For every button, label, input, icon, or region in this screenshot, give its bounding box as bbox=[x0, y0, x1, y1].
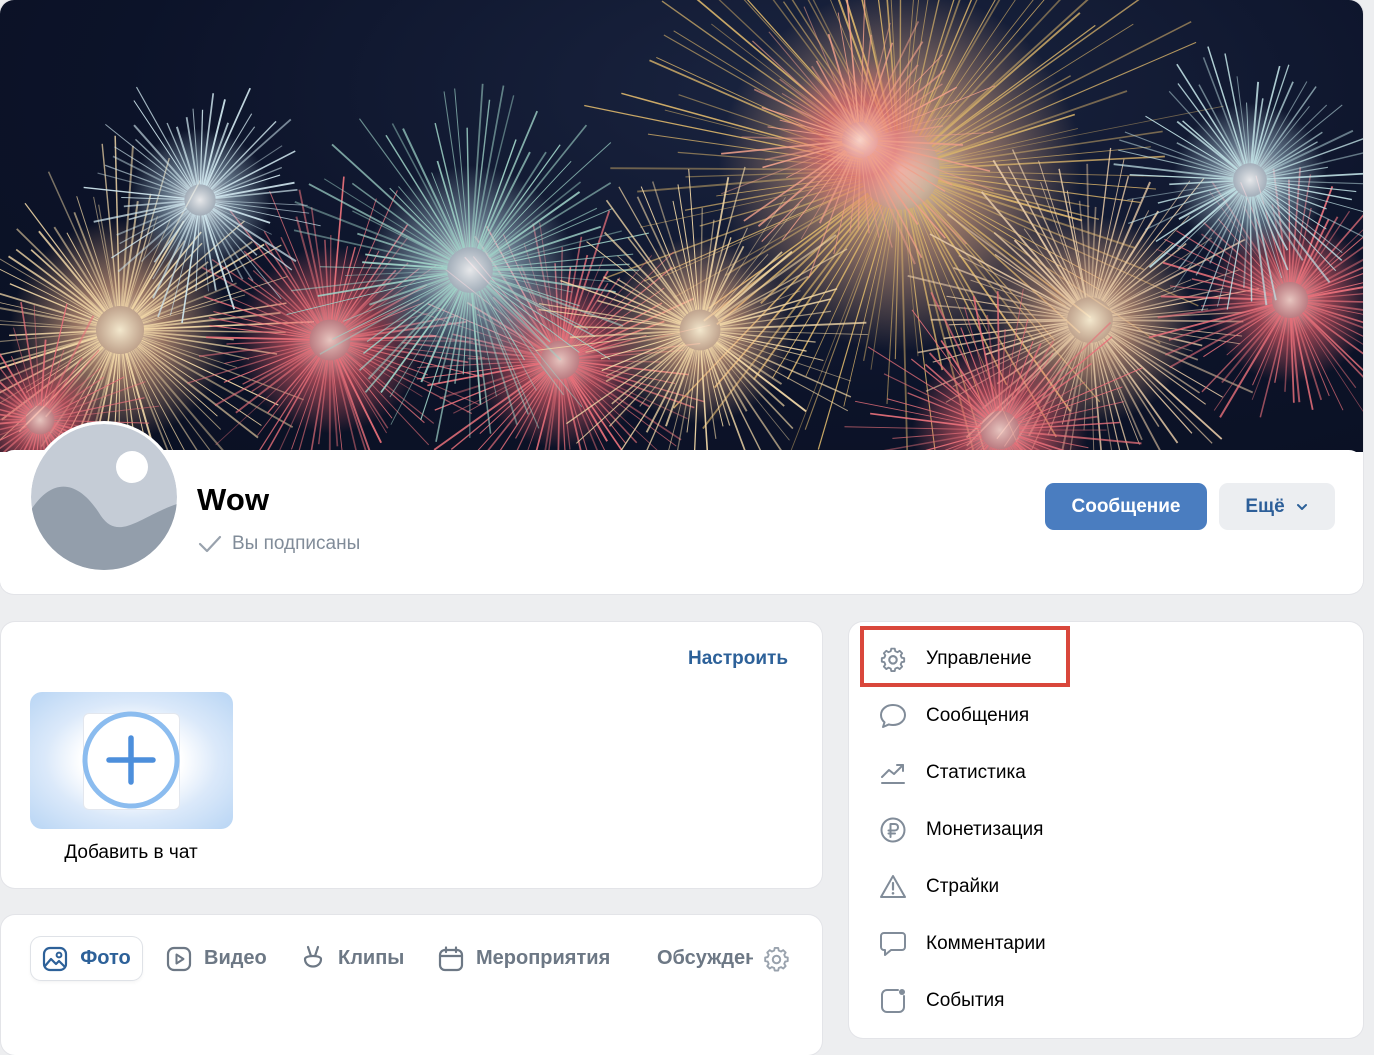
trend-chart-icon bbox=[878, 758, 908, 788]
tabs-settings-gear-icon[interactable] bbox=[763, 946, 790, 973]
firework-glow bbox=[778, 58, 943, 223]
fireworks-illustration bbox=[0, 0, 1363, 452]
placeholder-image-icon bbox=[31, 424, 177, 570]
add-to-chat-tile[interactable] bbox=[30, 692, 233, 829]
menu-item-comments-label: Комментарии bbox=[926, 933, 1046, 955]
subscription-status-label: Вы подписаны bbox=[232, 533, 360, 555]
firework-glow bbox=[129, 129, 272, 272]
menu-item-messages[interactable]: Сообщения bbox=[878, 701, 1029, 731]
tab-events[interactable]: Мероприятия bbox=[438, 937, 610, 980]
tab-clips[interactable]: Клипы bbox=[300, 937, 404, 980]
menu-item-statistics-label: Статистика bbox=[926, 762, 1026, 784]
menu-item-monetization-label: Монетизация bbox=[926, 819, 1043, 841]
warning-icon bbox=[878, 872, 908, 902]
chevron-down-icon bbox=[1295, 502, 1309, 512]
tab-video[interactable]: Видео bbox=[166, 937, 267, 980]
comment-icon bbox=[878, 929, 908, 959]
checkmark-icon bbox=[198, 535, 222, 553]
menu-item-strikes-label: Страйки bbox=[926, 876, 999, 898]
firework-spark bbox=[0, 419, 26, 420]
plus-circle-icon bbox=[30, 692, 233, 829]
tab-photo-label: Фото bbox=[80, 947, 131, 970]
firework-spark bbox=[330, 235, 331, 320]
menu-item-messages-label: Сообщения bbox=[926, 705, 1029, 727]
more-button[interactable]: Ещё bbox=[1219, 483, 1335, 530]
tab-video-label: Видео bbox=[204, 947, 267, 970]
menu-item-events-label: События bbox=[926, 990, 1004, 1012]
more-button-label: Ещё bbox=[1245, 496, 1284, 518]
group-name: Wow bbox=[197, 482, 269, 518]
menu-item-statistics[interactable]: Статистика bbox=[878, 758, 1026, 788]
content-tabs-card bbox=[1, 915, 822, 1055]
clips-icon bbox=[300, 945, 326, 973]
video-icon bbox=[166, 946, 192, 972]
menu-item-strikes[interactable]: Страйки bbox=[878, 872, 999, 902]
cover-image bbox=[0, 0, 1363, 452]
firework-glow bbox=[607, 237, 794, 424]
highlight-annotation-box bbox=[860, 626, 1070, 687]
add-to-chat-label[interactable]: Добавить в чат bbox=[0, 842, 262, 864]
tab-clips-label: Клипы bbox=[338, 947, 404, 970]
ruble-icon bbox=[878, 815, 908, 845]
tab-discussions[interactable]: Обсуждения bbox=[645, 937, 753, 980]
calendar-icon bbox=[438, 946, 464, 972]
menu-item-events[interactable]: События bbox=[878, 986, 1004, 1016]
tab-photo[interactable]: Фото bbox=[31, 937, 142, 980]
subscription-status[interactable]: Вы подписаны bbox=[198, 533, 360, 555]
message-bubble-icon bbox=[878, 701, 908, 731]
events-square-icon bbox=[878, 986, 908, 1016]
tab-discussions-label: Обсуждения bbox=[657, 947, 753, 970]
send-message-button[interactable]: Сообщение bbox=[1045, 483, 1207, 530]
configure-link[interactable]: Настроить bbox=[688, 648, 788, 670]
tab-events-label: Мероприятия bbox=[476, 947, 610, 970]
photo-icon bbox=[42, 946, 68, 972]
menu-item-monetization[interactable]: Монетизация bbox=[878, 815, 1043, 845]
menu-item-comments[interactable]: Комментарии bbox=[878, 929, 1046, 959]
group-avatar[interactable] bbox=[28, 421, 180, 573]
